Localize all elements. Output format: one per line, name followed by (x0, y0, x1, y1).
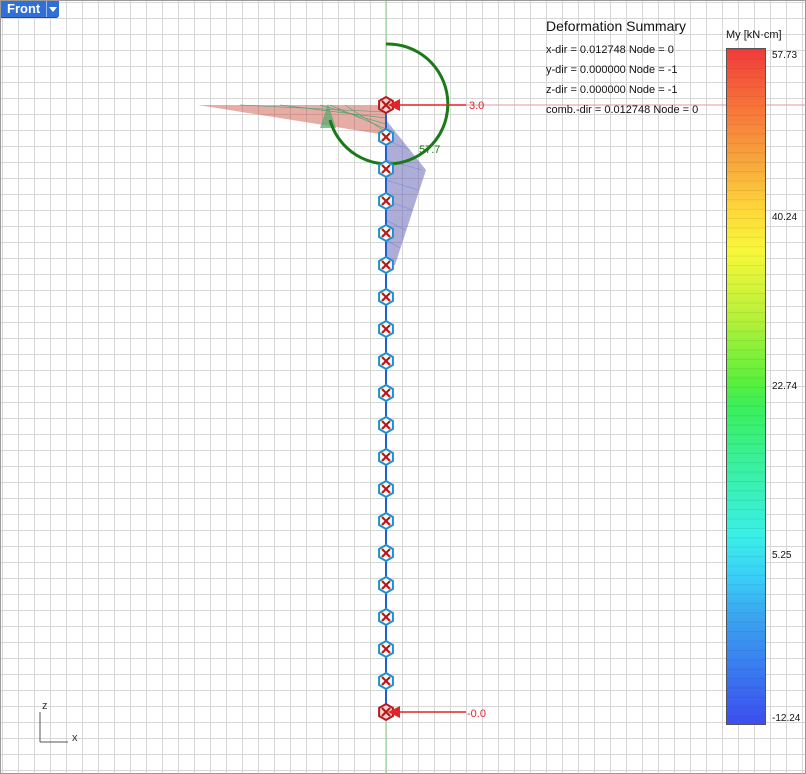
summary-row-x: x-dir = 0.012748 Node = 0 (546, 44, 674, 56)
axis-z-label: z (42, 700, 48, 712)
legend-tick-3: 22.74 (772, 381, 798, 392)
moment-label: 57.7 (419, 144, 440, 156)
axis-x-label: x (72, 732, 78, 744)
view-tab-label[interactable]: Front (1, 1, 46, 17)
deformation-summary: Deformation Summary x-dir = 0.012748 Nod… (546, 18, 698, 123)
summary-title: Deformation Summary (546, 18, 687, 34)
view-tab-front[interactable]: Front (1, 1, 60, 17)
top-force-label: 3.0 (469, 100, 484, 112)
axis-triad-icon (39, 712, 68, 743)
bottom-force-label: -0.0 (467, 708, 486, 720)
legend-title: My [kN·cm] (726, 29, 782, 41)
bottom-load-arrow (388, 706, 466, 718)
top-load-arrow (388, 99, 466, 111)
legend-tick-2: 40.24 (772, 212, 798, 223)
legend-tick-max: 57.73 (772, 50, 798, 61)
legend-color-bar (726, 48, 766, 725)
summary-row-z: z-dir = 0.000000 Node = -1 (546, 84, 678, 96)
chevron-down-icon[interactable] (46, 1, 59, 17)
legend-tick-min: -12.24 (772, 713, 801, 724)
legend-tick-4: 5.25 (772, 550, 792, 561)
moment-wedge-left (198, 105, 386, 135)
summary-row-y: y-dir = 0.000000 Node = -1 (546, 64, 678, 76)
summary-row-comb: comb.-dir = 0.012748 Node = 0 (546, 104, 699, 116)
